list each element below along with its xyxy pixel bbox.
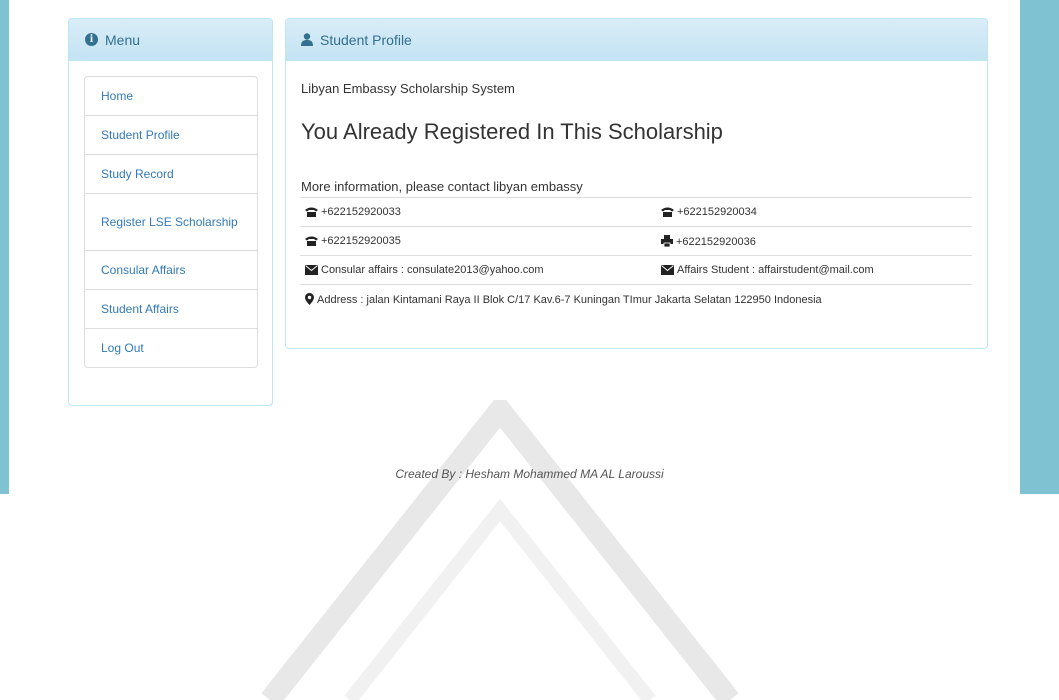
- menu-item-consular-affairs[interactable]: Consular Affairs: [84, 250, 258, 290]
- phone-icon: [305, 236, 318, 246]
- phone-icon: [661, 207, 674, 217]
- table-row: Consular affairs : consulate2013@yahoo.c…: [300, 255, 972, 285]
- contact-cell: +622152920034: [656, 197, 972, 227]
- footer-credit: Created By : Hesham Mohammed MA AL Larou…: [395, 467, 664, 481]
- menu-item-student-profile[interactable]: Student Profile: [84, 115, 258, 155]
- contact-cell: Affairs Student : affairstudent@mail.com: [656, 255, 972, 285]
- watermark-emblem: [261, 400, 739, 700]
- phone-icon: [305, 207, 318, 217]
- contact-cell: +622152920033: [300, 197, 656, 227]
- table-row: +622152920033 +622152920034: [300, 197, 972, 227]
- menu-title: Menu: [105, 31, 141, 48]
- contact-cell: Consular affairs : consulate2013@yahoo.c…: [300, 255, 656, 285]
- left-side-band: [0, 0, 9, 494]
- address-cell: Address : jalan Kintamani Raya II Blok C…: [300, 284, 972, 313]
- student-profile-panel: Student Profile Libyan Embassy Scholarsh…: [285, 18, 988, 349]
- menu-list: Home Student Profile Study Record Regist…: [84, 76, 258, 368]
- print-icon: [661, 234, 673, 247]
- profile-panel-heading: Student Profile: [286, 19, 987, 61]
- registration-status-heading: You Already Registered In This Scholarsh…: [301, 119, 723, 144]
- menu-item-log-out[interactable]: Log Out: [84, 328, 258, 368]
- contact-cell: +622152920036: [656, 226, 972, 256]
- system-subtitle: Libyan Embassy Scholarship System: [301, 81, 515, 96]
- envelope-icon: [661, 265, 674, 275]
- contact-table: +622152920033 +622152920034 +62215292003…: [300, 197, 972, 313]
- menu-item-study-record[interactable]: Study Record: [84, 154, 258, 194]
- map-marker-icon: [305, 292, 314, 305]
- menu-item-student-affairs[interactable]: Student Affairs: [84, 289, 258, 329]
- user-icon: [301, 33, 313, 46]
- envelope-icon: [305, 265, 318, 275]
- menu-panel-heading: i Menu: [69, 19, 272, 61]
- more-info-text: More information, please contact libyan …: [301, 179, 583, 194]
- right-side-band: [1020, 0, 1059, 494]
- phone-number: +622152920034: [677, 206, 757, 218]
- menu-item-register-lse-scholarship[interactable]: Register LSE Scholarship: [84, 193, 258, 251]
- contact-cell: +622152920035: [300, 226, 656, 256]
- affairs-student-email: Affairs Student : affairstudent@mail.com: [677, 264, 874, 276]
- menu-panel: i Menu Home Student Profile Study Record…: [68, 18, 273, 406]
- address-text: Address : jalan Kintamani Raya II Blok C…: [317, 293, 822, 306]
- consular-email: Consular affairs : consulate2013@yahoo.c…: [321, 264, 544, 276]
- fax-number: +622152920036: [676, 235, 756, 248]
- phone-number: +622152920033: [321, 206, 401, 218]
- table-row: +622152920035 +622152920036: [300, 226, 972, 256]
- table-row: Address : jalan Kintamani Raya II Blok C…: [300, 284, 972, 313]
- menu-item-home[interactable]: Home: [84, 76, 258, 116]
- profile-title: Student Profile: [320, 31, 412, 48]
- info-icon: i: [85, 33, 98, 46]
- phone-number: +622152920035: [321, 235, 401, 247]
